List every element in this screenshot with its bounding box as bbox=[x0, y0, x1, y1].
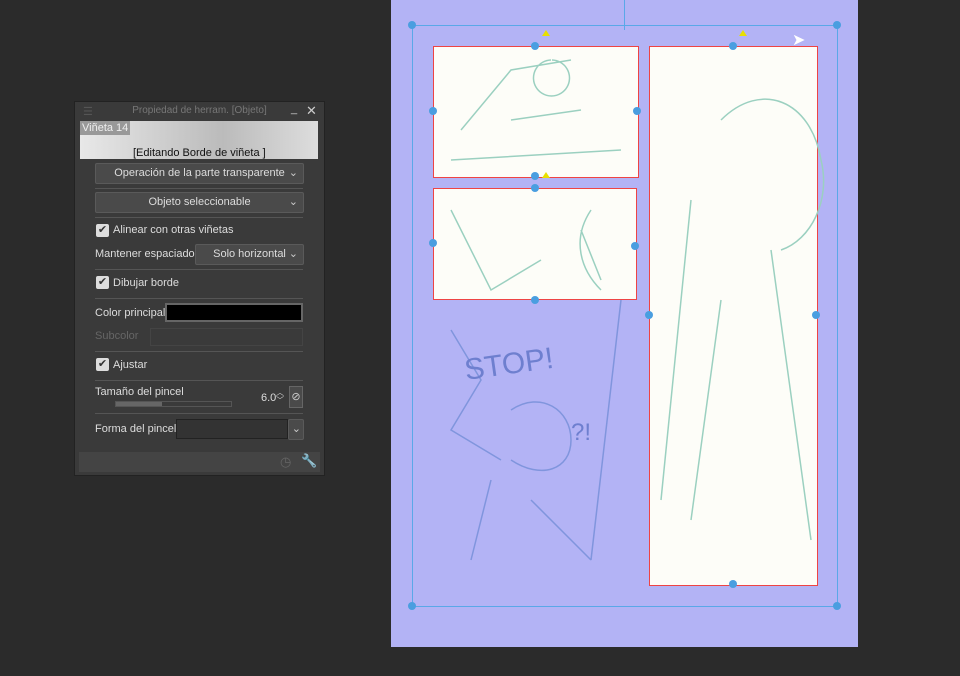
brush-shape-label: Forma del pincel bbox=[95, 423, 177, 435]
wrench-icon[interactable]: 🔧 bbox=[301, 453, 317, 469]
transform-handle[interactable] bbox=[531, 184, 539, 192]
transform-handle[interactable] bbox=[812, 311, 820, 319]
tool-property-panel: Propiedad de herram. [Objeto] ☰ _ ✕ Viñe… bbox=[74, 101, 325, 476]
chevron-down-icon: ⌄ bbox=[291, 423, 301, 435]
sketch-text-question: ?! bbox=[571, 419, 591, 446]
chevron-down-icon: ⌄ bbox=[288, 167, 298, 179]
divider bbox=[95, 188, 303, 189]
arrow-handle-icon[interactable] bbox=[739, 30, 747, 36]
transform-handle[interactable] bbox=[729, 580, 737, 588]
preview-caption: [Editando Borde de viñeta ] bbox=[133, 147, 266, 159]
subcolor-swatch bbox=[150, 328, 303, 346]
draw-border-checkbox[interactable]: ✔ bbox=[96, 276, 109, 289]
brush-size-value[interactable]: 6.0 bbox=[261, 392, 276, 404]
align-label: Alinear con otras viñetas bbox=[113, 224, 234, 236]
pressure-settings-button[interactable]: ⊘ bbox=[289, 386, 303, 408]
divider bbox=[95, 269, 303, 270]
brush-size-label: Tamaño del pincel bbox=[95, 386, 184, 398]
transform-handle[interactable] bbox=[633, 107, 641, 115]
sketch-drawing: STOP! ?! bbox=[449, 59, 825, 561]
spinner-icon[interactable]: ︿ ﹀ bbox=[276, 389, 284, 405]
divider bbox=[95, 217, 303, 218]
canvas[interactable]: STOP! ?! ➤ bbox=[391, 0, 858, 647]
mouse-cursor-icon: ➤ bbox=[792, 32, 806, 49]
brush-size-slider[interactable] bbox=[115, 401, 232, 407]
transparent-operation-select[interactable]: Operación de la parte transparente ⌄ bbox=[95, 163, 304, 184]
transform-handle[interactable] bbox=[833, 21, 841, 29]
divider bbox=[95, 380, 303, 381]
transform-handle[interactable] bbox=[833, 602, 841, 610]
preview-area: Viñeta 14 [Editando Borde de viñeta ] bbox=[80, 121, 318, 159]
chevron-down-icon: ⌄ bbox=[288, 196, 298, 208]
draw-border-label: Dibujar borde bbox=[113, 277, 180, 289]
chevron-down-icon: ⌄ bbox=[288, 248, 298, 260]
select-value: Solo horizontal bbox=[213, 248, 286, 260]
adjust-label: Ajustar bbox=[113, 359, 148, 371]
brush-shape-dropdown-button[interactable]: ⌄ bbox=[288, 419, 304, 440]
subcolor-label: Subcolor bbox=[95, 330, 139, 342]
transform-handle[interactable] bbox=[531, 172, 539, 180]
main-color-label: Color principal bbox=[95, 307, 166, 319]
transform-handle[interactable] bbox=[645, 311, 653, 319]
minimize-icon[interactable]: _ bbox=[291, 103, 297, 115]
brush-shape-select[interactable] bbox=[176, 419, 288, 439]
select-value: Operación de la parte transparente bbox=[114, 167, 285, 179]
close-icon[interactable]: ✕ bbox=[306, 103, 317, 119]
transform-handle[interactable] bbox=[531, 42, 539, 50]
preview-name: Viñeta 14 bbox=[80, 121, 131, 135]
keep-spacing-select[interactable]: Solo horizontal ⌄ bbox=[195, 244, 304, 265]
panel-footer: ◷ 🔧 bbox=[79, 452, 320, 472]
panel-title: Propiedad de herram. [Objeto] bbox=[132, 105, 267, 116]
transform-handle[interactable] bbox=[408, 21, 416, 29]
adjust-checkbox[interactable]: ✔ bbox=[96, 358, 109, 371]
sketch-text-stop: STOP! bbox=[462, 342, 555, 387]
transform-handle[interactable] bbox=[729, 42, 737, 50]
select-value: Objeto seleccionable bbox=[148, 196, 251, 208]
transform-handle[interactable] bbox=[531, 296, 539, 304]
transform-handle[interactable] bbox=[429, 107, 437, 115]
arrow-handle-icon[interactable] bbox=[542, 172, 550, 178]
arrow-handle-icon[interactable] bbox=[542, 30, 550, 36]
divider bbox=[95, 351, 303, 352]
menu-icon[interactable]: ☰ bbox=[83, 105, 93, 118]
transform-handle[interactable] bbox=[429, 239, 437, 247]
keep-spacing-label: Mantener espaciado bbox=[95, 248, 195, 260]
align-checkbox[interactable]: ✔ bbox=[96, 224, 109, 237]
transform-handle[interactable] bbox=[631, 242, 639, 250]
reset-icon[interactable]: ◷ bbox=[280, 454, 291, 470]
selectable-object-select[interactable]: Objeto seleccionable ⌄ bbox=[95, 192, 304, 213]
transform-handle[interactable] bbox=[408, 602, 416, 610]
main-color-swatch[interactable] bbox=[165, 303, 303, 322]
divider bbox=[95, 413, 303, 414]
divider bbox=[95, 298, 303, 299]
